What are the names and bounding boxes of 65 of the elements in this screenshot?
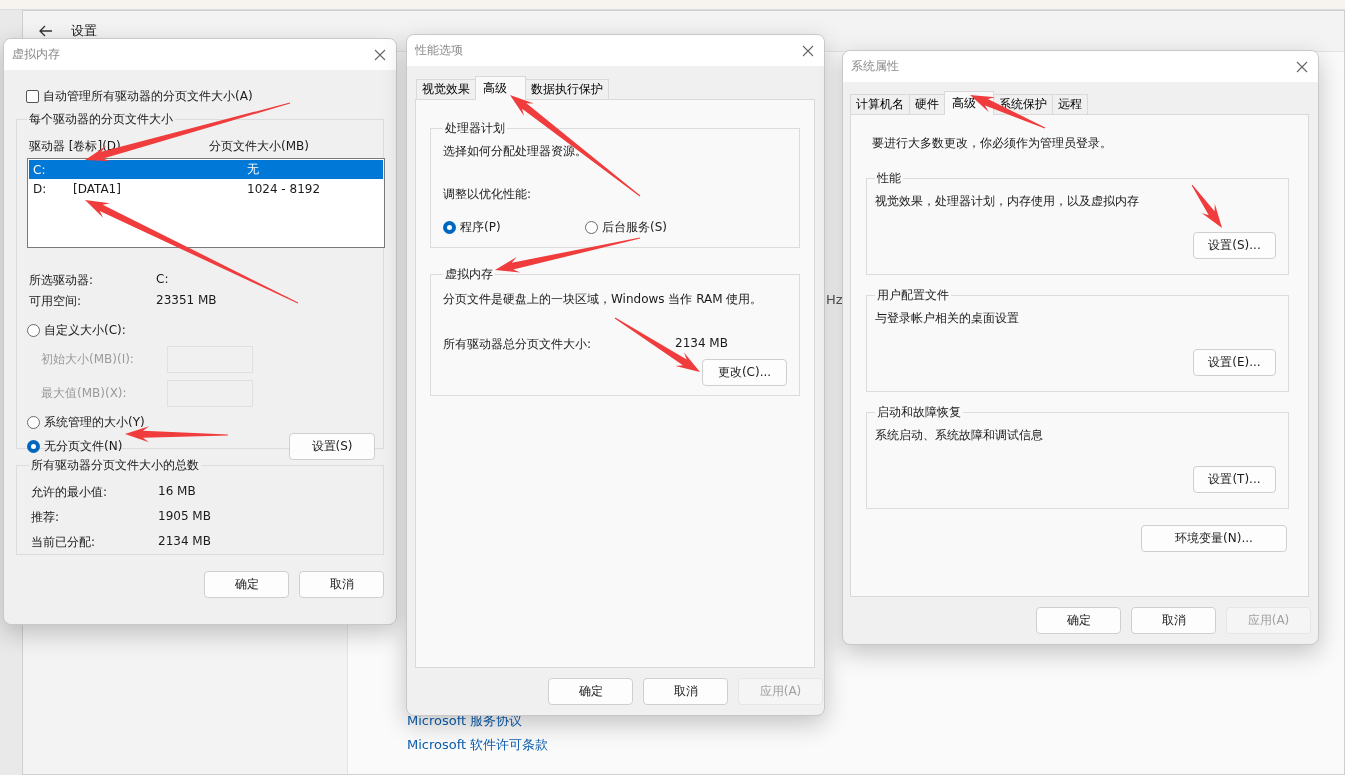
close-icon [1296,60,1308,73]
tab[interactable]: 视觉效果 [416,79,476,100]
info-label: 推荐: [31,509,61,526]
description-text: 与登录帐户相关的桌面设置 [875,310,1020,327]
group-title: 性能 [876,170,902,187]
change-button[interactable]: 更改(C)... [702,359,787,386]
group-title: 所有驱动器分页文件大小的总数 [30,457,200,474]
dialog-button[interactable]: 取消 [643,678,728,705]
dialog-button[interactable]: 确定 [204,571,289,598]
settings-button[interactable]: 设置(S)... [1193,232,1276,259]
dialog-title: 系统属性 [851,58,899,75]
info-value: 2134 MB [675,336,729,352]
dialog-button[interactable]: 确定 [1036,607,1121,634]
notice-text: 要进行大多数更改，你必须作为管理员登录。 [871,135,1113,152]
info-label: 允许的最小值: [31,484,109,501]
group-title: 用户配置文件 [876,287,950,304]
back-icon[interactable] [39,25,53,37]
column-header: 分页文件大小(MB) [209,138,310,155]
settings-button[interactable]: 设置(T)... [1193,466,1276,493]
info-label: 所有驱动器总分页文件大小: [443,336,593,353]
group-title: 每个驱动器的分页文件大小 [28,111,174,128]
info-value: C: [156,272,170,288]
radio-option[interactable]: 后台服务(S) [585,219,667,236]
environment-variables-button[interactable]: 环境变量(N)... [1141,525,1287,552]
window-title: 设置 [71,22,97,40]
group-title: 处理器计划 [444,120,506,137]
radio-option[interactable]: 自定义大小(C): [27,322,126,339]
radio-option[interactable]: 系统管理的大小(Y) [27,414,145,431]
radio-option[interactable]: 无分页文件(N) [27,438,123,455]
settings-button[interactable]: 设置(E)... [1193,349,1276,376]
tab[interactable]: 高级 [475,76,526,100]
tab[interactable]: 计算机名 [850,94,910,115]
dialog-title: 虚拟内存 [12,46,60,63]
close-icon [802,44,814,57]
close-icon [374,48,386,61]
info-value: 23351 MB [156,293,218,309]
drive-row[interactable]: D: [DATA1] 1024 - 8192 [29,179,383,198]
info-value: 1905 MB [158,509,212,525]
drive-row[interactable]: C: 无 [29,160,383,179]
tab[interactable]: 数据执行保护 [525,79,609,100]
dialog-button[interactable]: 确定 [548,678,633,705]
info-label: 所选驱动器: [29,272,95,289]
tab[interactable]: 远程 [1052,94,1088,115]
description-text: 视觉效果，处理器计划，内存使用，以及虚拟内存 [875,193,1140,210]
info-label: 当前已分配: [31,534,97,551]
info-label: 可用空间: [29,293,83,310]
group-title: 启动和故障恢复 [876,404,962,421]
field-label: 初始大小(MB)(I): [41,351,135,368]
dialog-button[interactable]: 取消 [1131,607,1216,634]
radio-option[interactable]: 程序(P) [443,219,501,236]
set-button[interactable]: 设置(S) [289,433,375,460]
prompt-text: 调整以优化性能: [443,186,533,203]
description-text: 选择如何分配处理器资源。 [443,143,588,160]
description-text: 系统启动、系统故障和调试信息 [875,427,1044,444]
dialog-button[interactable]: 取消 [299,571,384,598]
field-label: 最大值(MB)(X): [41,385,128,402]
group-title: 虚拟内存 [444,266,494,283]
partial-text: Hz [826,292,843,307]
description-text: 分页文件是硬盘上的一块区域，Windows 当作 RAM 使用。 [443,291,764,308]
info-value: 2134 MB [158,534,212,550]
info-value: 16 MB [158,484,197,500]
annotation-arrow [1191,184,1222,228]
dialog-title: 性能选项 [415,42,463,59]
link[interactable]: Microsoft 软件许可条款 [407,736,549,754]
auto-manage-checkbox[interactable]: 自动管理所有驱动器的分页文件大小(A) [16,88,384,105]
